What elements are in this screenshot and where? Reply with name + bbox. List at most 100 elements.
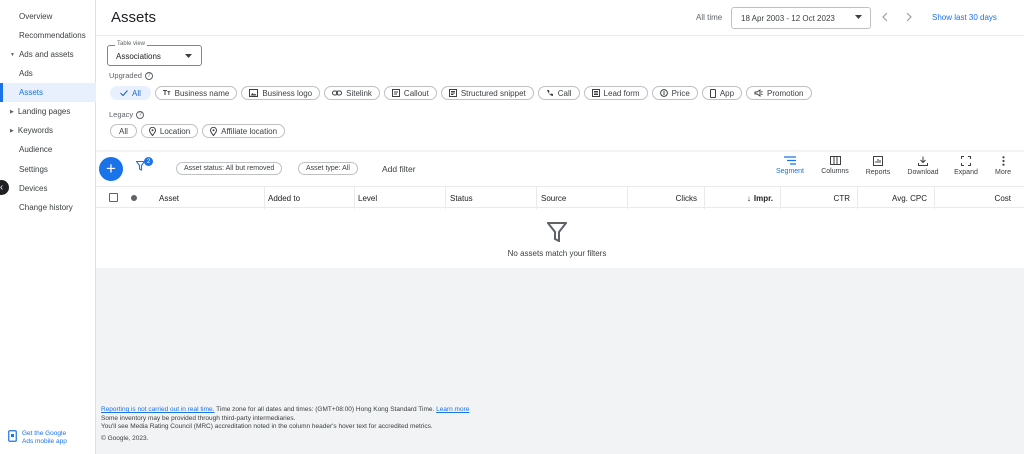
price-icon: [659, 89, 668, 97]
chevron-right-icon[interactable]: [906, 12, 912, 22]
chip-label: Call: [557, 88, 572, 98]
tool-label: Download: [907, 169, 939, 176]
copyright: © Google, 2023.: [101, 434, 149, 442]
sidebar-item-overview[interactable]: Overview: [0, 7, 96, 26]
chip-lead-form[interactable]: Lead form: [583, 86, 648, 100]
column-header-added-to[interactable]: Added to: [265, 187, 355, 209]
column-header-source[interactable]: Source: [537, 187, 628, 209]
chip-sitelink[interactable]: Sitelink: [324, 86, 380, 100]
text-format-icon: Tт: [162, 89, 171, 97]
expand-arrow-icon: ▶: [10, 127, 14, 134]
select-all-checkbox[interactable]: [109, 193, 118, 202]
add-filter-button[interactable]: Add filter: [382, 164, 416, 174]
asset-status-filter-chip[interactable]: Asset status: All but removed: [176, 162, 283, 175]
sidebar-item-label: Change history: [19, 203, 73, 212]
chevron-left-icon[interactable]: [882, 12, 888, 22]
sidebar-item-label: Settings: [19, 165, 48, 174]
sidebar-item-assets[interactable]: Assets: [0, 83, 96, 102]
column-header-label: Cost: [994, 193, 1011, 203]
filter-count-badge: 2: [144, 157, 153, 166]
chip-business-name[interactable]: Tт Business name: [154, 86, 238, 100]
column-header-ctr[interactable]: CTR: [781, 187, 858, 209]
page-title: Assets: [111, 9, 157, 26]
empty-funnel-icon: [547, 222, 567, 242]
chip-label: Promotion: [767, 88, 804, 98]
chip-promotion[interactable]: Promotion: [746, 86, 812, 100]
sidebar-item-ads-and-assets[interactable]: ▼ Ads and assets: [0, 45, 96, 64]
column-header-impr[interactable]: ↓ Impr.: [705, 187, 781, 209]
columns-button[interactable]: Columns: [815, 156, 855, 175]
sidebar-item-change-history[interactable]: Change history: [0, 198, 96, 217]
page-header: Assets All time 18 Apr 2003 - 12 Oct 202…: [96, 0, 1024, 35]
link-icon: [332, 90, 343, 96]
megaphone-icon: [754, 89, 763, 97]
download-button[interactable]: Download: [903, 156, 943, 176]
column-header-label: Clicks: [675, 193, 697, 203]
column-header-label: Level: [358, 193, 378, 203]
chip-location[interactable]: Location: [140, 124, 199, 138]
sidebar-item-label: Keywords: [17, 126, 53, 135]
table-view-value: Associations: [116, 52, 161, 61]
callout-icon: [391, 89, 400, 97]
chip-legacy-all[interactable]: All: [110, 124, 137, 138]
chip-structured-snippet[interactable]: Structured snippet: [440, 86, 534, 100]
chip-affiliate-location[interactable]: Affiliate location: [202, 124, 286, 138]
fullscreen-icon: [961, 156, 971, 166]
expand-button[interactable]: Expand: [946, 156, 986, 176]
tool-label: Columns: [821, 168, 849, 175]
chip-price[interactable]: Price: [651, 86, 698, 100]
footer-line: Some inventory may be provided through t…: [101, 414, 296, 422]
chip-call[interactable]: Call: [537, 86, 580, 100]
mobile-app-link[interactable]: Get the Google Ads mobile app: [8, 430, 67, 446]
image-icon: [249, 89, 259, 97]
chip-label: Callout: [403, 88, 429, 98]
status-dot-icon: [131, 195, 137, 201]
segment-button[interactable]: Segment: [770, 156, 810, 175]
sidebar-item-settings[interactable]: Settings: [0, 160, 96, 179]
main-content: Assets All time 18 Apr 2003 - 12 Oct 202…: [96, 0, 1024, 454]
chip-label: Structured snippet: [460, 88, 526, 98]
reporting-link[interactable]: Reporting is not carried out in real tim…: [101, 406, 214, 413]
sidebar-item-recommendations[interactable]: Recommendations: [0, 26, 96, 45]
more-button[interactable]: More: [983, 156, 1023, 176]
sidebar-item-landing-pages[interactable]: ▶ Landing pages: [0, 102, 96, 121]
chip-business-logo[interactable]: Business logo: [241, 86, 321, 100]
column-header-level[interactable]: Level: [355, 187, 446, 209]
sidebar-item-audience[interactable]: Audience: [0, 140, 96, 159]
chip-app[interactable]: App: [701, 86, 743, 100]
reports-button[interactable]: Reports: [858, 156, 898, 176]
sidebar-item-label: Landing pages: [17, 107, 71, 116]
column-header-label: Asset: [159, 193, 180, 203]
sidebar-item-label: Assets: [19, 88, 44, 97]
help-icon[interactable]: ?: [136, 110, 145, 119]
help-icon[interactable]: ?: [144, 71, 153, 80]
sidebar-item-keywords[interactable]: ▶ Keywords: [0, 121, 96, 140]
legacy-chip-row: All Location Affiliate location: [110, 124, 286, 138]
form-icon: [591, 89, 600, 97]
date-range-picker[interactable]: 18 Apr 2003 - 12 Oct 2023: [731, 7, 871, 29]
show-last-30-days-link[interactable]: Show last 30 days: [932, 13, 997, 22]
location-pin-icon: [148, 126, 156, 136]
tool-label: More: [995, 169, 1011, 176]
sidebar-item-devices[interactable]: Devices: [0, 179, 96, 198]
chip-label: Lead form: [603, 88, 640, 98]
asset-type-filter-chip[interactable]: Asset type: All: [298, 162, 358, 175]
upgraded-label: Upgraded?: [109, 71, 153, 80]
sidebar-item-ads[interactable]: Ads: [0, 64, 96, 83]
column-header-avg-cpc[interactable]: Avg. CPC: [858, 187, 935, 209]
learn-more-link[interactable]: Learn more: [436, 406, 469, 413]
chip-callout[interactable]: Callout: [383, 86, 437, 100]
reports-icon: [873, 156, 883, 166]
snippet-icon: [448, 89, 457, 97]
column-header-asset[interactable]: Asset: [156, 187, 265, 209]
chip-all[interactable]: All: [110, 86, 151, 100]
column-header-status[interactable]: Status: [446, 187, 537, 209]
check-icon: [120, 90, 128, 96]
column-header-clicks[interactable]: Clicks: [628, 187, 705, 209]
table-view-select[interactable]: Table view Associations: [107, 41, 202, 66]
filter-panel: Table view Associations Upgraded? All Tт…: [96, 35, 1024, 150]
add-asset-button[interactable]: +: [99, 157, 123, 181]
column-header-cost[interactable]: Cost: [935, 187, 1018, 209]
legacy-label: Legacy?: [109, 110, 145, 119]
legacy-label-text: Legacy: [109, 110, 134, 119]
